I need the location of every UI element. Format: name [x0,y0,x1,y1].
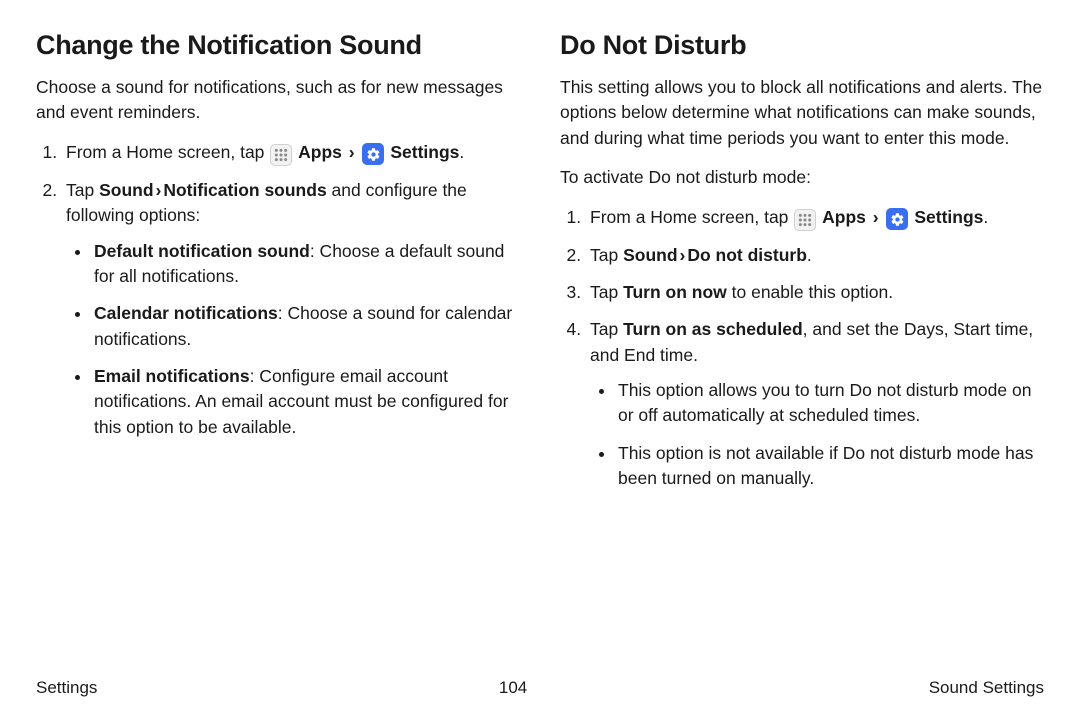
footer-page-number: 104 [499,678,527,698]
step-text-end: . [459,142,464,162]
left-step-2: Tap Sound›Notification sounds and config… [62,178,520,440]
list-item: Email notifications: Configure email acc… [92,364,520,440]
right-heading: Do Not Disturb [560,30,1044,61]
settings-icon [886,208,908,230]
footer-right: Sound Settings [929,678,1044,698]
step-text: Tap [590,319,623,339]
footer-left: Settings [36,678,97,698]
right-step-1: From a Home screen, tap Apps › Settings. [586,205,1044,231]
bold-text: Turn on as scheduled [623,319,803,339]
bold-text: Default notification sound [94,241,310,261]
step-text-end: . [807,245,812,265]
step-text: Tap [590,245,623,265]
right-step-2: Tap Sound›Do not disturb. [586,243,1044,268]
left-step-1: From a Home screen, tap Apps › Settings. [62,140,520,166]
right-step-4: Tap Turn on as scheduled, and set the Da… [586,317,1044,491]
list-item: Default notification sound: Choose a def… [92,239,520,290]
bold-text: Calendar notifications [94,303,278,323]
list-item: This option allows you to turn Do not di… [616,378,1044,429]
page-footer: Settings 104 Sound Settings [36,678,1044,698]
page-columns: Change the Notification Sound Choose a s… [36,30,1044,504]
chevron-icon: › [678,245,688,265]
settings-label: Settings [914,207,983,227]
right-activate-text: To activate Do not disturb mode: [560,165,1044,190]
chevron-icon: › [871,207,881,227]
chevron-icon: › [347,142,357,162]
bold-text: Sound [623,245,677,265]
bold-text: Turn on now [623,282,727,302]
bold-text: Sound [99,180,153,200]
left-column: Change the Notification Sound Choose a s… [36,30,520,504]
right-steps: From a Home screen, tap Apps › Settings.… [560,205,1044,492]
right-intro: This setting allows you to block all not… [560,75,1044,151]
step-text: From a Home screen, tap [590,207,793,227]
list-item: This option is not available if Do not d… [616,441,1044,492]
apps-label: Apps [298,142,342,162]
left-sub-bullets: Default notification sound: Choose a def… [66,239,520,441]
settings-icon [362,143,384,165]
right-step-3: Tap Turn on now to enable this option. [586,280,1044,305]
right-sub-bullets: This option allows you to turn Do not di… [590,378,1044,492]
right-column: Do Not Disturb This setting allows you t… [560,30,1044,504]
bold-text: Do not disturb [687,245,807,265]
left-intro: Choose a sound for notifications, such a… [36,75,520,126]
settings-label: Settings [390,142,459,162]
bold-text: Notification sounds [163,180,326,200]
step-text: Tap [66,180,99,200]
apps-icon [270,144,292,166]
left-heading: Change the Notification Sound [36,30,520,61]
step-text-end: . [983,207,988,227]
apps-icon [794,209,816,231]
step-text-end: to enable this option. [727,282,893,302]
left-steps: From a Home screen, tap Apps › Settings.… [36,140,520,440]
step-text: From a Home screen, tap [66,142,269,162]
apps-label: Apps [822,207,866,227]
step-text: Tap [590,282,623,302]
chevron-icon: › [154,180,164,200]
bold-text: Email notifications [94,366,250,386]
list-item: Calendar notifications: Choose a sound f… [92,301,520,352]
